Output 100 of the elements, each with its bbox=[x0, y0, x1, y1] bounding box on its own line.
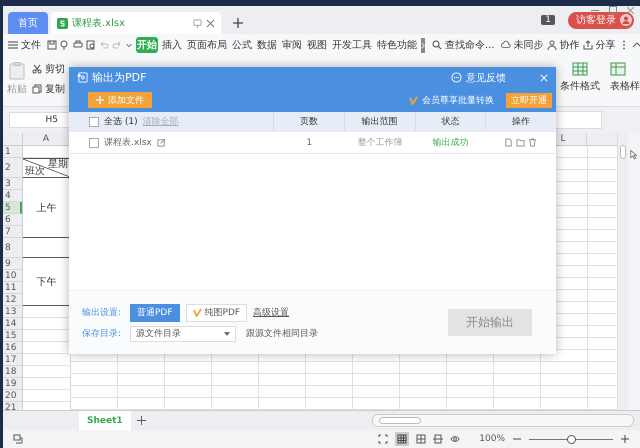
row-header[interactable]: 15 bbox=[3, 330, 22, 342]
share-button[interactable]: 分享 bbox=[596, 38, 616, 52]
promo-text: 会员尊享批量转换 bbox=[422, 94, 494, 106]
edit-icon[interactable] bbox=[156, 138, 166, 147]
row-header[interactable]: 9 bbox=[3, 258, 22, 270]
sync-status[interactable]: 未同步 bbox=[514, 38, 544, 52]
pointer-icon[interactable] bbox=[630, 149, 638, 160]
menu-tab[interactable]: 审阅 bbox=[281, 37, 303, 53]
horizontal-scrollbar[interactable] bbox=[372, 414, 634, 427]
share-icon[interactable] bbox=[582, 40, 593, 50]
spreadsheet-icon bbox=[57, 18, 68, 28]
vertical-scrollbar[interactable] bbox=[617, 133, 628, 410]
conditional-format-button[interactable]: 条件格式 bbox=[560, 79, 600, 93]
add-sheet-icon[interactable] bbox=[136, 416, 146, 425]
advanced-settings-link[interactable]: 高级设置 bbox=[253, 306, 290, 319]
grid-view-icon[interactable] bbox=[397, 434, 408, 444]
close-icon[interactable] bbox=[627, 6, 634, 14]
save-icon[interactable] bbox=[47, 40, 57, 50]
zoom-in-icon[interactable] bbox=[620, 434, 630, 444]
row-header[interactable]: 13 bbox=[3, 306, 22, 318]
row-header[interactable]: 18 bbox=[3, 366, 22, 378]
save-directory-label: 保存目录: bbox=[82, 328, 122, 340]
plus-icon bbox=[96, 96, 104, 104]
tab-label: 课程表.xlsx bbox=[72, 16, 126, 30]
menu-icon[interactable] bbox=[8, 40, 18, 50]
row-header[interactable]: 5 bbox=[3, 202, 22, 214]
row-header[interactable]: 17 bbox=[3, 354, 22, 366]
menu-tab[interactable]: 页面布局 bbox=[186, 37, 228, 53]
copy-button[interactable]: 复制 bbox=[45, 82, 65, 96]
row-header[interactable]: 8 bbox=[3, 238, 22, 258]
table-cell-text: 1 bbox=[305, 138, 314, 148]
more-tabs-button[interactable] bbox=[421, 38, 425, 52]
row-header[interactable]: 12 bbox=[3, 294, 22, 306]
output-mode-option[interactable]: 普通PDF bbox=[130, 304, 180, 322]
row-header[interactable]: 2 bbox=[3, 158, 22, 178]
person-icon[interactable] bbox=[546, 40, 557, 50]
folder-icon[interactable] bbox=[516, 138, 526, 147]
copy-icon[interactable] bbox=[32, 84, 42, 94]
directory-note: 跟源文件相同目录 bbox=[246, 328, 318, 340]
scissors-icon[interactable] bbox=[32, 64, 42, 74]
column-header: 操作 bbox=[511, 116, 532, 129]
pin-icon[interactable] bbox=[193, 18, 202, 28]
row-header[interactable]: 3 bbox=[3, 178, 22, 190]
cell-text: 星期 bbox=[48, 159, 68, 170]
checkbox[interactable] bbox=[89, 138, 99, 148]
zoom-slider[interactable] bbox=[529, 435, 613, 443]
file-name: 课程表.xlsx bbox=[104, 136, 152, 149]
row-header[interactable]: 20 bbox=[3, 390, 22, 402]
row-header[interactable]: 19 bbox=[3, 378, 22, 390]
login-button[interactable]: 访客登录 bbox=[568, 12, 634, 28]
print-preview-icon[interactable] bbox=[86, 40, 96, 50]
document-tab[interactable]: 课程表.xlsx bbox=[51, 12, 221, 34]
output-settings-label: 输出设置: bbox=[82, 306, 122, 319]
row-header[interactable]: 11 bbox=[3, 282, 22, 294]
select-all-label[interactable]: 全选 (1) bbox=[104, 115, 138, 128]
formula-field[interactable] bbox=[555, 111, 602, 129]
menu-tab[interactable]: 插入 bbox=[161, 37, 183, 53]
column-header: 状态 bbox=[416, 112, 486, 131]
row-header[interactable]: 16 bbox=[3, 342, 22, 354]
search-icon[interactable] bbox=[432, 40, 442, 50]
new-tab-icon[interactable] bbox=[233, 18, 243, 28]
menu-tab[interactable]: 公式 bbox=[231, 37, 253, 53]
checkbox[interactable] bbox=[89, 116, 99, 126]
chat-bubble-icon[interactable] bbox=[451, 72, 462, 83]
collapse-icon[interactable] bbox=[632, 40, 640, 50]
fullscreen-icon[interactable] bbox=[378, 434, 388, 444]
cut-button[interactable]: 剪切 bbox=[45, 62, 65, 76]
vip-icon bbox=[409, 96, 418, 104]
row-header[interactable]: 10 bbox=[3, 270, 22, 282]
eye-icon[interactable] bbox=[450, 434, 460, 444]
table-style-button[interactable]: 表格样 bbox=[610, 79, 640, 93]
file-menu[interactable]: 文件 bbox=[21, 38, 41, 52]
row-header[interactable]: 7 bbox=[3, 226, 22, 238]
row-header[interactable]: 6 bbox=[3, 214, 22, 226]
print-icon[interactable] bbox=[73, 40, 83, 50]
cloud-icon[interactable] bbox=[500, 40, 511, 50]
close-icon[interactable] bbox=[206, 18, 215, 28]
page-layout-icon[interactable] bbox=[416, 434, 426, 444]
directory-dropdown[interactable]: 源文件目录 bbox=[130, 326, 236, 342]
dialog-title: 输出为PDF bbox=[92, 70, 146, 85]
table-icon[interactable] bbox=[610, 62, 626, 76]
menu-tab[interactable]: 开发工具 bbox=[331, 37, 373, 53]
zoom-level[interactable]: 100% bbox=[479, 434, 505, 444]
window-count-badge[interactable]: 1 bbox=[541, 15, 555, 25]
caret-icon bbox=[224, 332, 230, 336]
trash-icon[interactable] bbox=[528, 138, 538, 147]
menu-tab[interactable]: 数据 bbox=[256, 37, 278, 53]
page-break-icon[interactable] bbox=[433, 434, 444, 444]
row-header[interactable]: 1 bbox=[3, 146, 22, 158]
row-header[interactable]: 14 bbox=[3, 318, 22, 330]
monitor-icon[interactable] bbox=[13, 434, 23, 444]
command-search[interactable]: 查找命令... bbox=[445, 38, 495, 52]
output-mode-option[interactable]: 纯图PDF bbox=[186, 304, 248, 322]
menu-tab[interactable]: 视图 bbox=[306, 37, 328, 53]
table-icon[interactable] bbox=[572, 62, 588, 76]
document-icon[interactable] bbox=[504, 138, 514, 147]
menu-tab[interactable]: 特色功能 bbox=[376, 37, 418, 53]
table-cell-text: 上午 bbox=[36, 202, 56, 214]
collaborate-button[interactable]: 协作 bbox=[560, 38, 580, 52]
feedback-link[interactable]: 意见反馈 bbox=[466, 70, 506, 84]
